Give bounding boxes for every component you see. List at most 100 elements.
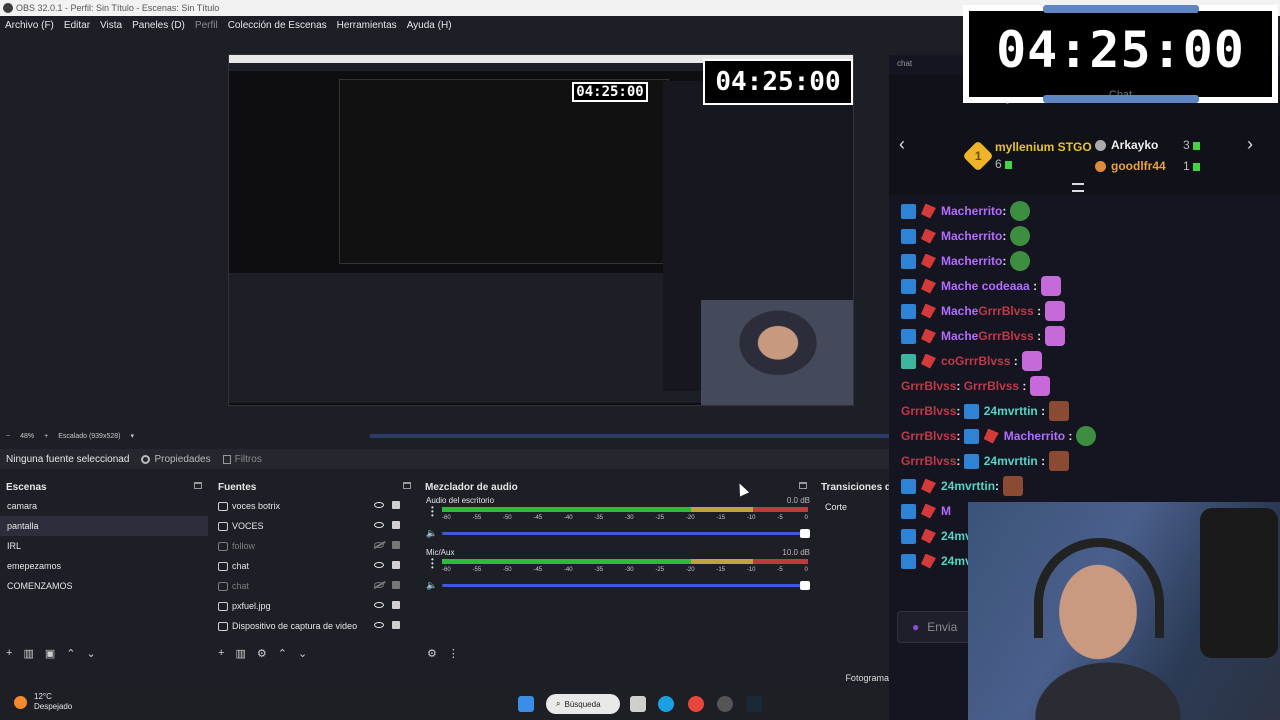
eye-icon[interactable] xyxy=(374,602,384,608)
lock-icon[interactable] xyxy=(392,501,400,509)
chevron-left-icon[interactable]: ‹ xyxy=(899,134,905,155)
scene-item-pantalla[interactable]: pantalla xyxy=(0,516,208,536)
speaker-icon[interactable]: 🔈 xyxy=(426,528,437,539)
down-icon[interactable]: ⌄ xyxy=(298,647,307,660)
preview-canvas[interactable]: 04:25:00 04:25:00 xyxy=(228,54,854,406)
menu-perfil[interactable]: Perfil xyxy=(195,20,218,31)
tick: -60 xyxy=(442,515,451,521)
channel-db: 0.0 dB xyxy=(786,496,810,505)
volume-knob[interactable] xyxy=(800,529,810,538)
source-label: chat xyxy=(232,581,250,591)
lock-icon[interactable] xyxy=(392,621,400,629)
menu-editar[interactable]: Editar xyxy=(64,20,90,31)
zoom-minus-icon[interactable]: − xyxy=(6,433,10,440)
task-view-icon[interactable] xyxy=(630,696,646,712)
edge-icon[interactable] xyxy=(658,696,674,712)
eye-hidden-icon[interactable] xyxy=(374,582,384,588)
menu-icon[interactable] xyxy=(1072,183,1084,192)
down-icon[interactable]: ⌄ xyxy=(86,647,95,660)
tick: -60 xyxy=(442,567,451,573)
undock-icon[interactable] xyxy=(194,482,202,489)
scene-item-emepezamos[interactable]: emepezamos xyxy=(0,556,208,576)
eye-hidden-icon[interactable] xyxy=(374,542,384,548)
volume-slider[interactable] xyxy=(442,581,810,590)
source-item[interactable]: voces botrix xyxy=(212,496,417,516)
mixer-settings-icon[interactable]: ⚙ xyxy=(427,647,437,660)
lock-icon[interactable] xyxy=(392,581,400,589)
prime-badge-icon xyxy=(901,303,916,319)
lock-icon[interactable] xyxy=(392,561,400,569)
menu-herramientas[interactable]: Herramientas xyxy=(337,20,397,31)
channel-menu-icon[interactable]: • • • xyxy=(431,556,434,572)
prime-badge-icon xyxy=(901,203,916,219)
tick: -10 xyxy=(746,515,756,521)
weather-widget[interactable]: 12°C Despejado xyxy=(14,692,72,712)
audio-mixer-dock: Mezclador de audio Audio del escritorio … xyxy=(421,476,813,666)
source-item[interactable]: VOCES xyxy=(212,516,417,536)
source-item[interactable]: chat xyxy=(212,556,417,576)
menu-coleccion-escenas[interactable]: Colección de Escenas xyxy=(228,20,327,31)
chrome-icon[interactable] xyxy=(688,696,704,712)
scene-item-comenzamos[interactable]: COMENZAMOS xyxy=(0,576,208,596)
gear-icon[interactable]: ⚙ xyxy=(257,647,267,660)
zoom-plus-icon[interactable]: + xyxy=(44,433,48,440)
channel-menu-icon[interactable]: • • • xyxy=(431,504,434,520)
lock-icon[interactable] xyxy=(392,601,400,609)
chat-message: 24mv xyxy=(901,525,972,547)
source-label: VOCES xyxy=(232,521,264,531)
up-icon[interactable]: ⌃ xyxy=(66,647,75,660)
mixer-menu-icon[interactable]: ⋮ xyxy=(448,647,459,660)
add-icon[interactable]: + xyxy=(218,647,224,660)
obs-taskbar-icon[interactable] xyxy=(717,696,733,712)
prime-badge-icon xyxy=(901,328,916,344)
menu-paneles[interactable]: Paneles (D) xyxy=(132,20,185,31)
volume-knob[interactable] xyxy=(800,581,810,590)
preview-scrollbar[interactable] xyxy=(370,434,890,438)
source-item[interactable]: chat xyxy=(212,576,417,596)
menu-ayuda[interactable]: Ayuda (H) xyxy=(407,20,452,31)
undock-icon[interactable] xyxy=(799,482,807,489)
chat-message: Mache codeaaa : xyxy=(901,275,1062,297)
undock-icon[interactable] xyxy=(403,482,411,489)
chat-send-input[interactable]: ● Envia xyxy=(897,611,977,643)
chevron-down-icon[interactable]: ▾ xyxy=(130,432,134,440)
windows-start-icon[interactable] xyxy=(518,696,534,712)
menu-vista[interactable]: Vista xyxy=(100,20,122,31)
eye-icon[interactable] xyxy=(374,622,384,628)
timer-tab-bottom xyxy=(1043,95,1199,103)
add-icon[interactable]: + xyxy=(6,647,12,660)
up-icon[interactable]: ⌃ xyxy=(278,647,287,660)
lock-icon[interactable] xyxy=(392,521,400,529)
menu-archivo[interactable]: Archivo (F) xyxy=(5,20,54,31)
trash-icon[interactable]: ▥ xyxy=(23,647,33,660)
source-item[interactable]: follow xyxy=(212,536,417,556)
lock-icon[interactable] xyxy=(392,541,400,549)
chat-username: Mache xyxy=(941,279,979,293)
transition-select[interactable]: Corte xyxy=(825,502,847,512)
source-item[interactable]: pxfuel.jpg xyxy=(212,596,417,616)
eye-icon[interactable] xyxy=(374,562,384,568)
volume-slider[interactable] xyxy=(442,529,810,538)
scene-item-camara[interactable]: camara xyxy=(0,496,208,516)
meter-ticks: -60 -55 -50 -45 -40 -35 -30 -25 -20 -15 -10 -5 0 xyxy=(442,567,808,573)
steam-icon[interactable] xyxy=(746,696,762,712)
eye-icon[interactable] xyxy=(374,502,384,508)
speaker-icon[interactable]: 🔈 xyxy=(426,580,437,591)
eye-icon[interactable] xyxy=(374,522,384,528)
properties-button[interactable]: Propiedades xyxy=(141,454,211,465)
tick: -55 xyxy=(472,515,482,521)
scenes-dock: Escenas camara pantalla IRL emepezamos C… xyxy=(0,476,208,666)
scale-mode[interactable]: Escalado (939x528) xyxy=(58,433,120,440)
filter-icon[interactable]: ▣ xyxy=(45,647,55,660)
filters-button[interactable]: Filtros xyxy=(222,454,262,465)
gift-badge-icon xyxy=(921,328,936,344)
no-source-label: Ninguna fuente seleccionad xyxy=(6,453,130,465)
chat-username: Mache xyxy=(941,304,979,318)
taskbar-search[interactable]: ⌕ Búsqueda xyxy=(546,694,620,714)
sub-badge-icon xyxy=(901,353,916,369)
source-item[interactable]: Dispositivo de captura de video xyxy=(212,616,417,636)
scene-item-irl[interactable]: IRL xyxy=(0,536,208,556)
tick: -5 xyxy=(777,515,783,521)
trash-icon[interactable]: ▥ xyxy=(235,647,245,660)
chevron-right-icon[interactable]: › xyxy=(1247,134,1253,155)
